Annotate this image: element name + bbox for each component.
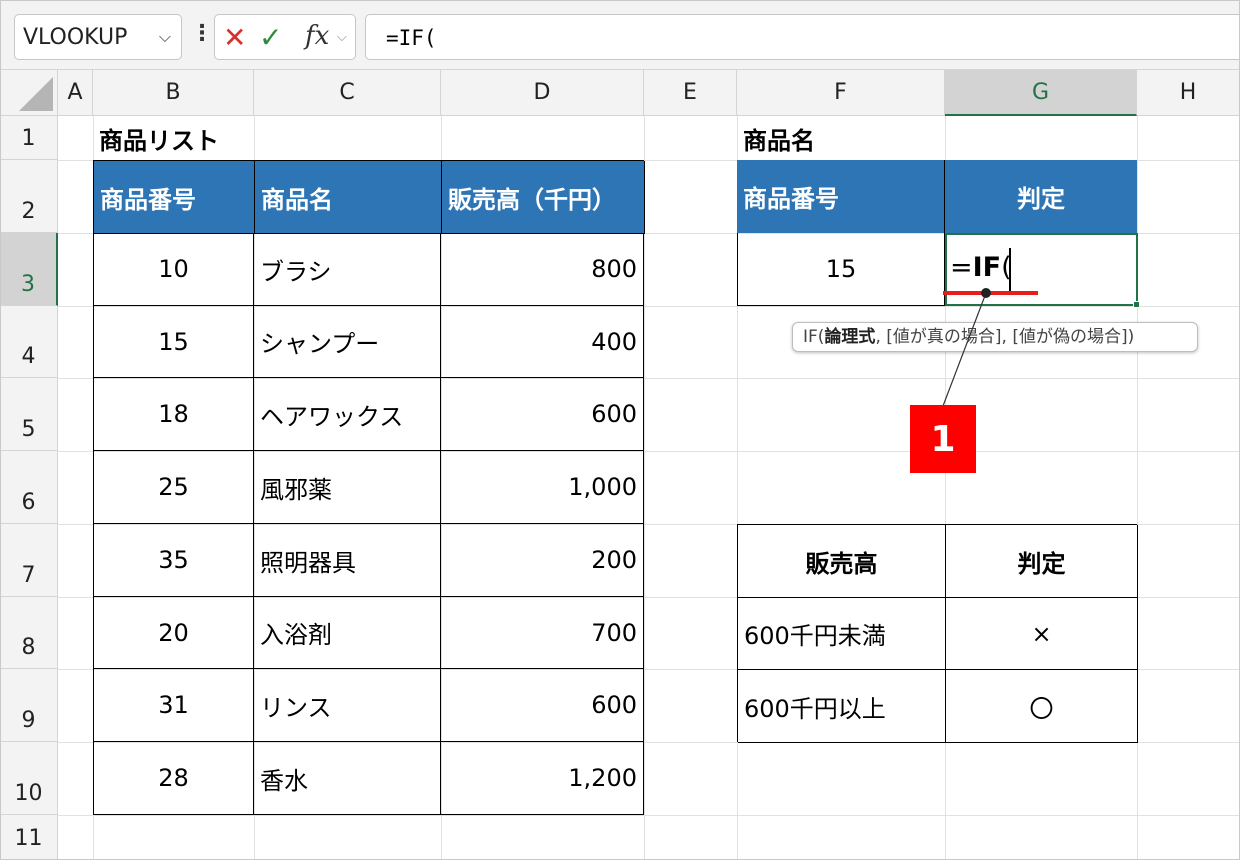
- criteria-condition-1[interactable]: 600千円未満: [738, 598, 946, 670]
- annotation-dot: [981, 288, 991, 298]
- callout-badge: 1: [910, 405, 976, 473]
- leader-line: [942, 292, 987, 407]
- criteria-table: 販売高 判定 600千円未満 × 600千円以上 〇: [737, 524, 1138, 743]
- criteria-result-1[interactable]: ×: [946, 598, 1138, 670]
- criteria-header-sales[interactable]: 販売高: [738, 525, 946, 598]
- criteria-header-judgement[interactable]: 判定: [946, 525, 1138, 598]
- criteria-result-2[interactable]: 〇: [946, 670, 1138, 743]
- criteria-condition-2[interactable]: 600千円以上: [738, 670, 946, 743]
